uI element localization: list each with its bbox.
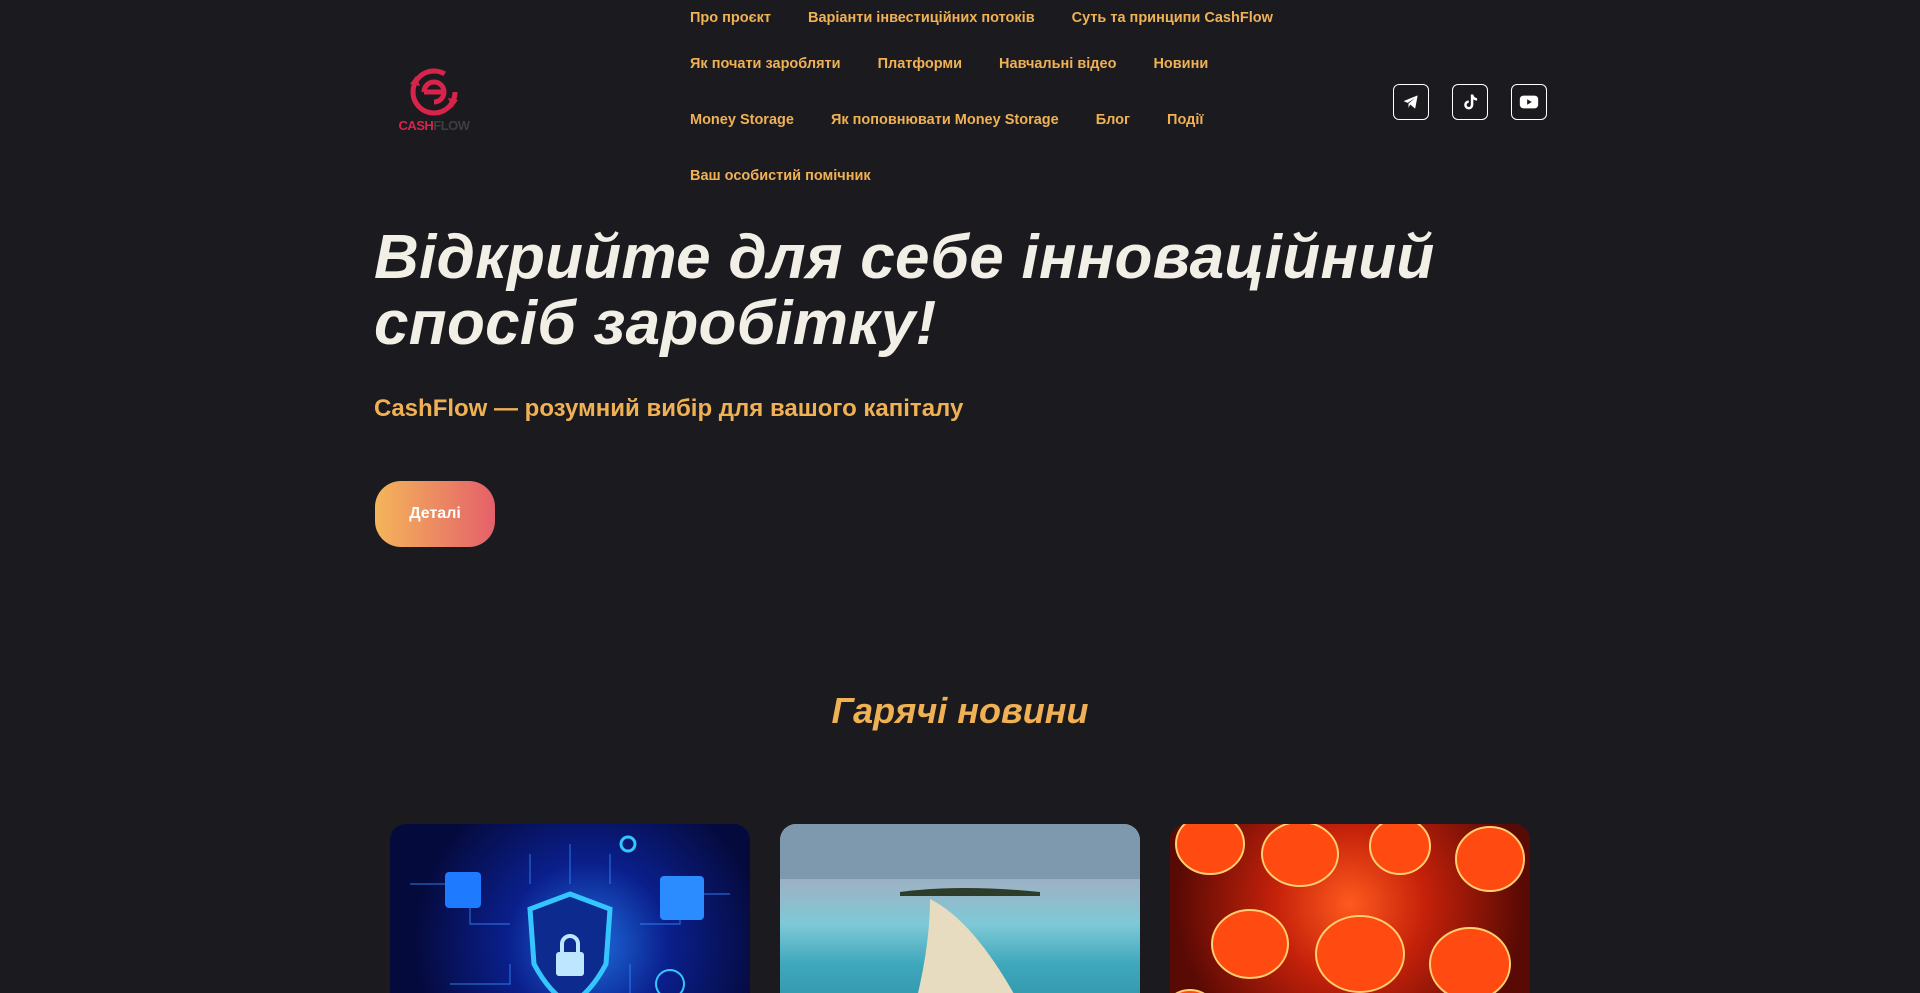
nav-link-start-earning[interactable]: Як почати заробляти (690, 56, 841, 72)
nav-row: Ваш особистий помічник (690, 148, 1290, 204)
details-button[interactable]: Деталі (375, 481, 495, 547)
tiktok-link[interactable] (1452, 84, 1488, 120)
cybersecurity-shield-image (410, 835, 730, 993)
cashflow-logo-icon (410, 68, 458, 116)
nav-row: Про проєкт Варіанти інвестиційних потокі… (690, 0, 1290, 36)
red-lanterns-image (1175, 824, 1525, 993)
hero-subtitle: CashFlow — розумний вибір для вашого кап… (374, 395, 964, 422)
nav-link-videos[interactable]: Навчальні відео (999, 56, 1116, 72)
telegram-link[interactable] (1393, 84, 1429, 120)
tiktok-icon (1464, 94, 1478, 110)
nav-link-assistant[interactable]: Ваш особистий помічник (690, 168, 871, 184)
nav-link-news[interactable]: Новини (1153, 56, 1208, 72)
nav-link-money-storage[interactable]: Money Storage (690, 112, 794, 128)
nav-link-principles[interactable]: Суть та принципи CashFlow (1072, 10, 1273, 26)
hero-title: Відкрийте для себе інноваційний спосіб з… (374, 225, 1474, 357)
youtube-icon (1519, 95, 1539, 109)
logo[interactable]: CASHFLOW (394, 66, 474, 136)
island-beach-image (780, 824, 1140, 993)
nav-row: Money Storage Як поповнювати Money Stora… (690, 92, 1290, 148)
news-card[interactable] (1170, 824, 1530, 993)
nav-link-investment-streams[interactable]: Варіанти інвестиційних потоків (808, 10, 1035, 26)
nav-link-events[interactable]: Події (1167, 112, 1203, 128)
news-card[interactable] (780, 824, 1140, 993)
nav-link-platforms[interactable]: Платформи (878, 56, 962, 72)
nav-link-about[interactable]: Про проєкт (690, 10, 771, 26)
news-card[interactable] (390, 824, 750, 993)
nav-row: Як почати заробляти Платформи Навчальні … (690, 36, 1290, 92)
main-nav: Про проєкт Варіанти інвестиційних потокі… (690, 0, 1290, 204)
nav-link-blog[interactable]: Блог (1096, 112, 1130, 128)
hero-title-line1: Відкрийте для себе інноваційний (374, 223, 1435, 292)
hot-news-title: Гарячі новини (831, 690, 1089, 731)
logo-wordmark: CASHFLOW (398, 118, 470, 133)
youtube-link[interactable] (1511, 84, 1547, 120)
nav-link-topup-money-storage[interactable]: Як поповнювати Money Storage (831, 112, 1059, 128)
telegram-icon (1403, 95, 1418, 109)
social-links (1393, 84, 1547, 120)
hero-title-line2: спосіб заробітку! (374, 289, 937, 358)
